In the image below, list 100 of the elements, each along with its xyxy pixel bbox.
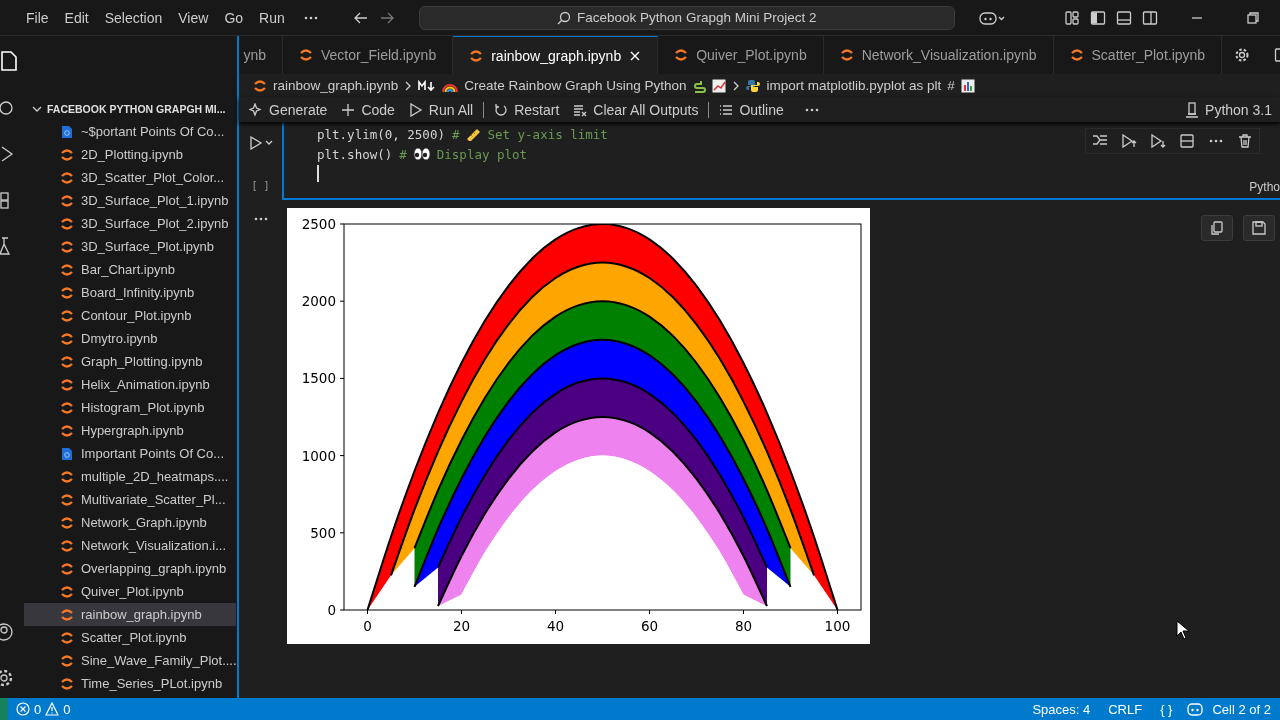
notebook-icon bbox=[299, 48, 313, 62]
explorer-entry[interactable]: Sine_Wave_Family_Plot.... bbox=[24, 649, 236, 672]
copy-icon[interactable] bbox=[1210, 221, 1224, 235]
run-above-icon[interactable] bbox=[1121, 133, 1137, 149]
editor-tab[interactable]: Scatter_Plot.ipynb bbox=[1053, 36, 1223, 74]
explorer-section-header[interactable]: FACEBOOK PYTHON GRAPGH MI... bbox=[24, 98, 236, 120]
menu-item[interactable]: File bbox=[18, 9, 57, 26]
axis-tick-label: 1500 bbox=[301, 370, 336, 387]
notebook-icon bbox=[674, 48, 689, 62]
explorer-entry[interactable]: Scatter_Plot.ipynb bbox=[24, 626, 236, 649]
explorer-entry[interactable]: Hypergraph.ipynb bbox=[24, 419, 236, 442]
markdown-icon bbox=[418, 79, 437, 92]
axis-tick-label: 100 bbox=[824, 618, 851, 634]
error-icon bbox=[16, 702, 30, 716]
status-item[interactable]: CRLF bbox=[1099, 701, 1152, 717]
toolbar-button[interactable]: Run All bbox=[404, 99, 478, 120]
cell-language[interactable]: Pytho bbox=[1249, 180, 1280, 194]
output-menu-icon[interactable] bbox=[253, 216, 268, 222]
notebook-icon bbox=[60, 216, 74, 231]
editor-tab[interactable]: ynb bbox=[239, 36, 283, 74]
toolbar-button[interactable]: Outline bbox=[715, 99, 788, 120]
explorer-entry[interactable]: Dmytro.ipynb bbox=[24, 327, 236, 350]
toolbar-button[interactable]: Restart bbox=[490, 99, 564, 120]
code-cell[interactable]: plt.ylim(0, 2500) # Set y-axis limit plt.show() # Display plot Pytho bbox=[282, 122, 1280, 200]
kernel-picker[interactable]: Python 3.1 bbox=[1181, 99, 1276, 120]
close-icon[interactable] bbox=[629, 49, 642, 62]
save-icon[interactable] bbox=[1252, 221, 1266, 235]
explorer-entry[interactable]: Network_Graph.ipynb bbox=[24, 511, 236, 534]
editor-tab[interactable]: rainbow_graph.ipynb bbox=[453, 36, 659, 74]
secondary-sidebar-icon[interactable] bbox=[1142, 9, 1158, 26]
axis-tick-label: 500 bbox=[310, 524, 336, 541]
explorer-entry[interactable]: 3D_Surface_Plot.ipynb bbox=[24, 235, 236, 258]
delete-icon[interactable] bbox=[1237, 133, 1253, 149]
split-cell-icon[interactable] bbox=[1179, 133, 1195, 149]
explorer-entry[interactable]: Overlapping_graph.ipynb bbox=[24, 557, 236, 580]
chevron-right-icon bbox=[404, 80, 413, 91]
explorer-entry[interactable]: 3D_Surface_Plot_1.ipynb bbox=[24, 189, 236, 212]
notebook-icon bbox=[60, 147, 74, 162]
menu-item[interactable]: View bbox=[170, 9, 217, 26]
code-comment: Display plot bbox=[436, 146, 528, 162]
menu-item[interactable]: Selection bbox=[96, 9, 171, 26]
explorer-entry[interactable]: Bar_Chart.ipynb bbox=[24, 258, 236, 281]
axis-tick-label: 60 bbox=[640, 618, 659, 634]
notebook-icon bbox=[839, 48, 854, 62]
breadcrumb-item[interactable]: rainbow_graph.ipynb bbox=[273, 78, 399, 93]
sparkle-icon bbox=[249, 102, 263, 117]
copilot-icon[interactable] bbox=[978, 9, 1005, 26]
run-cell-icon[interactable] bbox=[248, 136, 273, 150]
settings-icon[interactable] bbox=[1234, 47, 1251, 63]
notebook-icon bbox=[60, 308, 74, 323]
explorer-entry[interactable]: 3D_Scatter_Plot_Color... bbox=[24, 166, 236, 189]
toolbar-button[interactable]: Clear All Outputs bbox=[569, 99, 703, 120]
menu-item[interactable]: Run bbox=[251, 9, 293, 26]
explorer-entry[interactable]: rainbow_graph.ipynb bbox=[24, 603, 236, 626]
toolbar-button[interactable]: Generate bbox=[245, 99, 332, 120]
status-item[interactable]: Spaces: 4 bbox=[1023, 701, 1100, 717]
notebook-icon bbox=[60, 285, 74, 300]
explorer-entry[interactable]: Graph_Plotting.ipynb bbox=[24, 350, 236, 373]
comment-mark: # bbox=[947, 78, 955, 93]
explorer-entry[interactable]: Helix_Animation.ipynb bbox=[24, 373, 236, 396]
run-below-icon[interactable] bbox=[1150, 133, 1166, 149]
restore-icon[interactable] bbox=[1246, 10, 1260, 25]
explorer-entry[interactable]: Quiver_Plot.ipynb bbox=[24, 580, 236, 603]
status-item[interactable]: { } bbox=[1151, 701, 1182, 717]
notebook-icon bbox=[60, 584, 74, 599]
explorer-entry[interactable]: Time_Series_PLot.ipynb bbox=[24, 672, 236, 695]
status-item[interactable]: Cell 2 of 2 bbox=[1203, 701, 1280, 717]
panel-toggle-icon[interactable] bbox=[1116, 9, 1132, 26]
chevron-icon bbox=[32, 104, 42, 114]
comment-mark: # bbox=[399, 146, 407, 162]
explorer-entry[interactable]: Contour_Plot.ipynb bbox=[24, 304, 236, 327]
explorer-entry[interactable]: ~$portant Points Of Co... bbox=[24, 120, 236, 143]
notebook-icon bbox=[1069, 48, 1084, 62]
explorer-entry[interactable]: Network_Visualization.i... bbox=[24, 534, 236, 557]
explorer-entry[interactable]: 3D_Surface_Plot_2.ipynb bbox=[24, 212, 236, 235]
sidebar-toggle-icon[interactable] bbox=[1090, 9, 1106, 26]
explorer-entry[interactable]: Multivariate_Scatter_Pl... bbox=[24, 488, 236, 511]
toolbar-button[interactable]: Code bbox=[337, 99, 399, 120]
tick-mark bbox=[339, 223, 345, 225]
explorer-entry[interactable]: Histogram_Plot.ipynb bbox=[24, 396, 236, 419]
explorer-entry[interactable]: multiple_2D_heatmaps.... bbox=[24, 465, 236, 488]
files-icon[interactable] bbox=[0, 50, 20, 72]
problems-indicator[interactable]: 0 0 bbox=[8, 701, 79, 717]
breadcrumb-item[interactable]: Create Rainbow Graph Using Python bbox=[464, 78, 687, 93]
axis-tick-label: 80 bbox=[734, 618, 753, 634]
explorer-entry[interactable]: Board_Infinity.ipynb bbox=[24, 281, 236, 304]
layout-icon[interactable] bbox=[1064, 9, 1080, 26]
notebook-icon bbox=[60, 377, 74, 392]
breadcrumb-item[interactable]: import matplotlib.pyplot as plt bbox=[766, 78, 942, 93]
search-icon bbox=[557, 10, 572, 25]
search-field[interactable]: Facebook Python Grapgh Mini Project 2 bbox=[418, 5, 955, 30]
explorer-entry[interactable]: 2D_Plotting.ipynb bbox=[24, 143, 236, 166]
notebook-icon bbox=[60, 538, 74, 553]
notebook-icon bbox=[60, 239, 74, 254]
notebook-icon bbox=[60, 607, 74, 622]
menu-item[interactable]: Edit bbox=[56, 9, 97, 26]
editor-tab[interactable]: Network_Visualization.ipynb bbox=[823, 36, 1054, 74]
menu-item[interactable]: Go bbox=[216, 9, 252, 26]
editor-tab[interactable]: Quiver_Plot.ipynb bbox=[658, 36, 824, 74]
explorer-entry[interactable]: Important Points Of Co... bbox=[24, 442, 236, 465]
